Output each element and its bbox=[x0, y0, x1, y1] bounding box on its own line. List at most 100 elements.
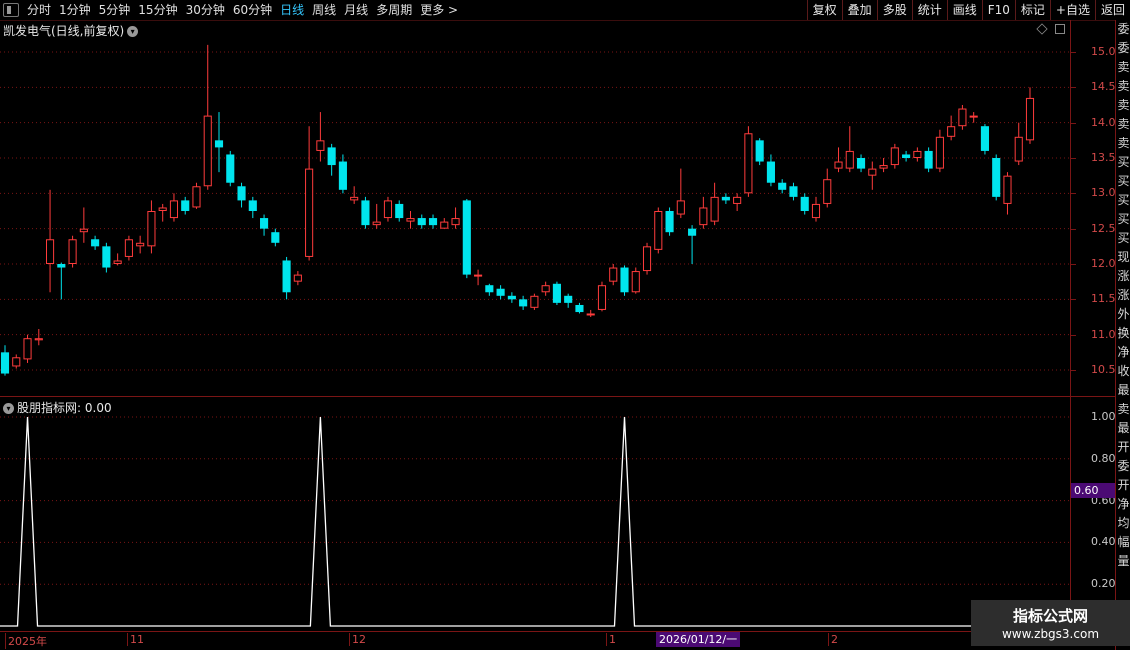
date-tick-label: 12 bbox=[349, 633, 366, 646]
candle-body-down bbox=[338, 161, 347, 190]
candle-body-up bbox=[46, 239, 55, 264]
quote-label: 开 bbox=[1117, 478, 1130, 492]
price-tick bbox=[1071, 299, 1076, 301]
price-tick bbox=[1071, 122, 1076, 124]
candle-body-up bbox=[586, 313, 595, 316]
quote-label: 买 bbox=[1117, 193, 1130, 207]
candle-body-up bbox=[654, 211, 663, 250]
candle-body-up bbox=[958, 108, 967, 127]
price-tick bbox=[1071, 87, 1076, 89]
candle-body-up bbox=[293, 274, 302, 282]
candle-body-up bbox=[383, 200, 393, 219]
candle-body-up bbox=[890, 147, 899, 166]
candle-body-up bbox=[597, 285, 607, 310]
indicator-tick-label: 0.20 bbox=[1091, 577, 1116, 591]
candle-body-up bbox=[1025, 97, 1035, 141]
candle-body-down bbox=[519, 299, 528, 307]
panel-divider[interactable] bbox=[0, 396, 1115, 397]
candle-body-down bbox=[260, 218, 269, 229]
candle-body-down bbox=[102, 246, 111, 268]
candle-body-down bbox=[0, 352, 10, 374]
candle-body-down bbox=[361, 200, 370, 226]
price-tick bbox=[1071, 334, 1076, 336]
candle-body-up bbox=[147, 211, 156, 247]
candle-body-down bbox=[507, 295, 516, 300]
candle-body-up bbox=[136, 242, 145, 247]
quote-label: 幅 bbox=[1117, 535, 1130, 549]
watermark: 指标公式网 www.zbgs3.com bbox=[971, 600, 1130, 646]
quote-label: 开 bbox=[1117, 440, 1130, 454]
candle-body-down bbox=[620, 267, 629, 293]
cursor-date-label: 2026/01/12/一 bbox=[656, 632, 741, 647]
candle-body-down bbox=[766, 161, 775, 183]
candle-body-up bbox=[541, 285, 550, 293]
price-chart[interactable] bbox=[0, 0, 1070, 630]
quote-label: 卖 bbox=[1117, 79, 1130, 93]
chevron-down-icon[interactable]: ▾ bbox=[3, 403, 14, 414]
quote-label: 卖 bbox=[1117, 60, 1130, 74]
indicator-tick-label: 0.80 bbox=[1091, 451, 1116, 465]
candle-body-up bbox=[350, 196, 359, 201]
candle-body-up bbox=[372, 221, 381, 226]
candle-body-up bbox=[316, 140, 325, 151]
indicator-title[interactable]: ▾ 股朋指标网: 0.00 bbox=[3, 399, 112, 416]
candle-body-down bbox=[992, 158, 1001, 197]
candle-body-down bbox=[181, 200, 190, 211]
candle-body-up bbox=[23, 338, 32, 360]
candle-body-down bbox=[428, 218, 438, 226]
quote-label: 涨 bbox=[1117, 288, 1130, 302]
quote-label: 量 bbox=[1117, 554, 1130, 568]
candle-body-down bbox=[856, 158, 866, 169]
indicator-tick-label: 0.40 bbox=[1091, 535, 1116, 549]
quote-label: 卖 bbox=[1117, 117, 1130, 131]
candle-body-down bbox=[789, 186, 798, 197]
candle-body-up bbox=[710, 196, 719, 222]
candle-body-up bbox=[845, 150, 854, 169]
quote-label: 净 bbox=[1117, 345, 1130, 359]
candle-body-up bbox=[834, 161, 843, 169]
candle-body-up bbox=[406, 218, 415, 222]
quote-panel-strip[interactable]: 委委卖卖卖卖卖买买买买买现涨涨外换净收最卖最开委开净均幅量 bbox=[1115, 20, 1130, 650]
quote-label: 买 bbox=[1117, 155, 1130, 169]
candle-body-up bbox=[744, 133, 753, 194]
candle-body-down bbox=[485, 285, 494, 293]
candle-body-down bbox=[417, 218, 426, 226]
candle-body-up bbox=[969, 115, 978, 118]
date-tick-label: 11 bbox=[127, 633, 144, 646]
candle-body-up bbox=[305, 168, 314, 257]
date-axis: 2026/01/12/一 2025年 11 12 1 2 bbox=[0, 631, 1070, 649]
price-tick bbox=[1071, 52, 1076, 53]
price-tick bbox=[1071, 228, 1076, 230]
candle-body-up bbox=[811, 203, 821, 219]
candle-body-up bbox=[913, 150, 922, 159]
candle-body-down bbox=[755, 140, 764, 162]
candle-body-down bbox=[226, 154, 235, 183]
quote-label: 卖 bbox=[1117, 98, 1130, 112]
candle-body-down bbox=[91, 239, 100, 247]
candle-body-down bbox=[721, 196, 730, 201]
candle-body-down bbox=[778, 182, 787, 190]
quote-label: 均 bbox=[1117, 516, 1130, 530]
candle-body-up bbox=[1014, 136, 1023, 162]
candle-body-down bbox=[214, 140, 224, 148]
candle-body-up bbox=[113, 260, 122, 265]
date-tick-label: 1 bbox=[606, 633, 616, 646]
quote-label: 外 bbox=[1117, 307, 1130, 321]
candle-body-down bbox=[688, 228, 697, 236]
candle-body-up bbox=[733, 196, 742, 204]
candle-body-down bbox=[575, 304, 584, 313]
indicator-line bbox=[0, 416, 1070, 627]
toolbar-button[interactable]: 返回 bbox=[1094, 0, 1130, 20]
candle-body-up bbox=[451, 218, 460, 226]
price-tick bbox=[1071, 264, 1076, 265]
candle-body-down bbox=[924, 150, 933, 169]
candle-body-up bbox=[12, 357, 21, 367]
candle-body-down bbox=[564, 295, 573, 303]
candle-body-down bbox=[237, 186, 246, 201]
candle-body-down bbox=[271, 232, 280, 243]
candle-body-down bbox=[902, 154, 911, 158]
candle-body-up bbox=[474, 274, 483, 277]
quote-label: 净 bbox=[1117, 497, 1130, 511]
quote-label: 现 bbox=[1117, 250, 1130, 264]
candle-body-up bbox=[79, 228, 88, 233]
